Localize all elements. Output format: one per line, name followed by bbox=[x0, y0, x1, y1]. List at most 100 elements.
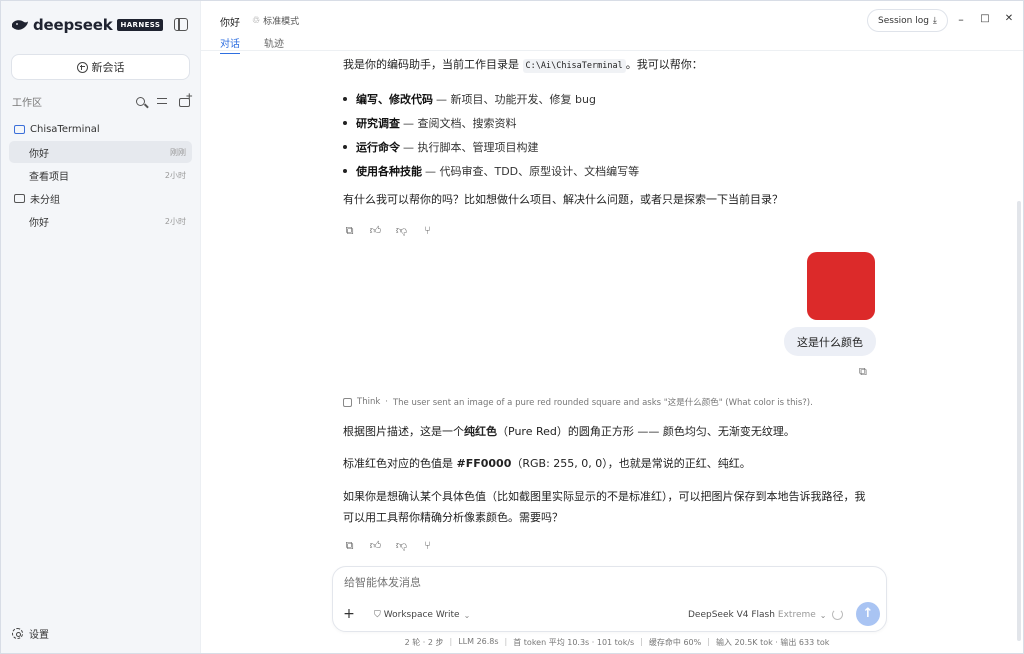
thumbs-up-icon[interactable]: 👍︎ bbox=[369, 539, 382, 552]
bullet-text: — 代码审查、TDD、原型设计、文档编写等 bbox=[425, 165, 640, 178]
filter-icon[interactable] bbox=[156, 95, 168, 107]
close-icon[interactable]: ✕ bbox=[1002, 13, 1016, 24]
session-item[interactable]: 你好 2小时 bbox=[9, 210, 192, 232]
tab-conversation[interactable]: 对话 bbox=[220, 35, 240, 54]
bullet-title: 研究调查 bbox=[356, 117, 400, 130]
main-panel: 你好 ♲ 标准模式 对话 轨迹 Session log ⤓ – □ ✕ 我是你的… bbox=[201, 1, 1023, 653]
message-actions: ⧉ 👍︎ 👎︎ ⑂ bbox=[343, 224, 434, 237]
assistant-intro: 我是你的编码助手，当前工作目录是 C:\Ai\ChisaTerminal 。我可以… bbox=[343, 56, 888, 75]
brand-name: deepseek bbox=[33, 16, 113, 34]
status-cache: 缓存命中 60% bbox=[648, 638, 702, 647]
download-icon: ⤓ bbox=[932, 15, 937, 26]
workspace-title: 工作区 bbox=[12, 97, 42, 109]
shield-icon: ⛉ bbox=[374, 610, 381, 620]
bullet-text: — 新项目、功能开发、修复 bug bbox=[436, 93, 596, 106]
folder-icon bbox=[14, 193, 25, 203]
branch-icon[interactable]: ⑂ bbox=[421, 539, 434, 552]
session-label: 你好 bbox=[29, 217, 49, 229]
workspace-mode-label: Workspace Write bbox=[383, 610, 460, 620]
minimize-icon[interactable]: – bbox=[954, 13, 968, 26]
think-block[interactable]: Think · The user sent an image of a pure… bbox=[343, 396, 813, 408]
new-chat-button[interactable]: 新会话 bbox=[11, 54, 190, 80]
session-item[interactable]: 查看项目 2小时 bbox=[9, 164, 192, 186]
session-log-label: Session log bbox=[878, 15, 929, 26]
spinner-icon bbox=[832, 609, 843, 620]
assistant-closing: 有什么我可以帮你的吗？比如想做什么项目、解决什么问题，或者只是探索一下当前目录？ bbox=[343, 193, 783, 206]
model-selector[interactable]: DeepSeek V4 Flash Extreme ⌄ bbox=[688, 610, 827, 620]
session-label: 查看项目 bbox=[29, 171, 69, 183]
think-label: Think bbox=[357, 397, 381, 407]
new-chat-label: 新会话 bbox=[91, 61, 125, 74]
status-separator: | bbox=[449, 637, 453, 646]
think-separator: · bbox=[385, 397, 388, 407]
tab-trajectory[interactable]: 轨迹 bbox=[264, 35, 284, 50]
new-folder-icon[interactable] bbox=[179, 92, 193, 107]
folder-icon bbox=[14, 124, 25, 134]
chat-title: 你好 bbox=[220, 18, 240, 29]
bullet-title: 编写、修改代码 bbox=[356, 93, 433, 106]
thumbs-up-icon[interactable]: 👍︎ bbox=[369, 224, 382, 237]
sidebar-toggle-icon[interactable] bbox=[174, 18, 188, 31]
settings-label: 设置 bbox=[29, 630, 49, 641]
status-separator: | bbox=[504, 637, 508, 646]
intro-suffix: 。我可以帮你： bbox=[625, 58, 703, 71]
group-ungrouped[interactable]: 未分组 bbox=[1, 187, 201, 209]
copy-icon[interactable]: ⧉ bbox=[343, 539, 356, 552]
status-first-token: 首 token 平均 10.3s · 101 tok/s bbox=[513, 638, 635, 647]
settings-button[interactable]: 设置 bbox=[12, 626, 49, 641]
list-item: 使用各种技能 — 代码审查、TDD、原型设计、文档编写等 bbox=[343, 159, 639, 183]
assistant-answer-p1: 根据图片描述，这是一个纯红色（Pure Red）的圆角正方形 —— 颜色均匀、无… bbox=[343, 423, 888, 441]
send-button[interactable]: ↑ bbox=[856, 602, 880, 626]
mode-indicator[interactable]: ♲ 标准模式 bbox=[252, 14, 300, 28]
bullet-text: — 查阅文档、搜索资料 bbox=[403, 117, 517, 130]
group-name: 未分组 bbox=[30, 194, 60, 206]
chevron-down-icon: ⌄ bbox=[819, 610, 827, 620]
session-log-button[interactable]: Session log ⤓ bbox=[867, 9, 948, 32]
copy-icon[interactable]: ⧉ bbox=[859, 365, 867, 379]
brand: deepseek HARNESS bbox=[1, 1, 200, 49]
session-time: 2小时 bbox=[164, 170, 186, 180]
status-bar: 2 轮 · 2 步 | LLM 26.8s | 首 token 平均 10.3s… bbox=[201, 637, 1023, 648]
plus-circle-icon bbox=[76, 61, 88, 73]
user-message-bubble: 这是什么颜色 bbox=[784, 327, 876, 356]
group-name: ChisaTerminal bbox=[30, 123, 100, 135]
bullet-title: 使用各种技能 bbox=[356, 165, 422, 178]
answer-bold: 纯红色 bbox=[464, 425, 497, 438]
brand-badge: HARNESS bbox=[117, 19, 164, 31]
answer-text: 标准红色对应的色值是 bbox=[343, 457, 457, 470]
chevron-down-icon: ⌄ bbox=[463, 610, 471, 620]
search-icon[interactable] bbox=[136, 96, 145, 106]
list-item: 研究调查 — 查阅文档、搜索资料 bbox=[343, 111, 639, 135]
status-separator: | bbox=[640, 637, 643, 646]
workspace-header: 工作区 bbox=[12, 92, 193, 109]
add-attachment-button[interactable]: + bbox=[340, 606, 358, 624]
scrollbar[interactable] bbox=[1017, 201, 1021, 641]
answer-text: （Pure Red）的圆角正方形 —— 颜色均匀、无渐变无纹理。 bbox=[497, 425, 795, 438]
answer-bold: #FF0000 bbox=[456, 457, 512, 470]
thumbs-down-icon[interactable]: 👎︎ bbox=[395, 539, 408, 552]
mode-label: 标准模式 bbox=[263, 17, 300, 27]
intro-text: 我是你的编码助手，当前工作目录是 bbox=[343, 58, 523, 71]
app-window: deepseek HARNESS 新会话 工作区 ChisaTerminal 你… bbox=[0, 0, 1024, 654]
thumbs-down-icon[interactable]: 👎︎ bbox=[395, 224, 408, 237]
session-label: 你好 bbox=[29, 148, 49, 160]
whale-logo-icon bbox=[12, 20, 28, 30]
session-item[interactable]: 你好 刚刚 bbox=[9, 141, 192, 163]
think-text: The user sent an image of a pure red rou… bbox=[392, 398, 813, 408]
user-message-text: 这是什么颜色 bbox=[797, 335, 863, 349]
answer-text: （RGB: 255, 0, 0），也就是常说的正红、纯红。 bbox=[511, 457, 751, 470]
copy-icon[interactable]: ⧉ bbox=[343, 224, 356, 237]
workspace-mode-dropdown[interactable]: ⛉ Workspace Write ⌄ bbox=[374, 610, 470, 620]
message-input[interactable] bbox=[344, 576, 844, 589]
list-item: 编写、修改代码 — 新项目、功能开发、修复 bug bbox=[343, 87, 639, 111]
branch-icon[interactable]: ⑂ bbox=[421, 224, 434, 237]
group-chisaterminal[interactable]: ChisaTerminal bbox=[1, 118, 201, 140]
list-item: 运行命令 — 执行脚本、管理项目构建 bbox=[343, 135, 639, 159]
user-image-attachment[interactable] bbox=[807, 252, 875, 320]
session-time: 2小时 bbox=[164, 216, 186, 226]
sidebar: deepseek HARNESS 新会话 工作区 ChisaTerminal 你… bbox=[1, 1, 201, 653]
model-name: DeepSeek V4 Flash bbox=[688, 610, 775, 620]
maximize-icon[interactable]: □ bbox=[978, 13, 992, 24]
message-actions: ⧉ 👍︎ 👎︎ ⑂ bbox=[343, 539, 434, 552]
think-icon bbox=[343, 397, 352, 407]
